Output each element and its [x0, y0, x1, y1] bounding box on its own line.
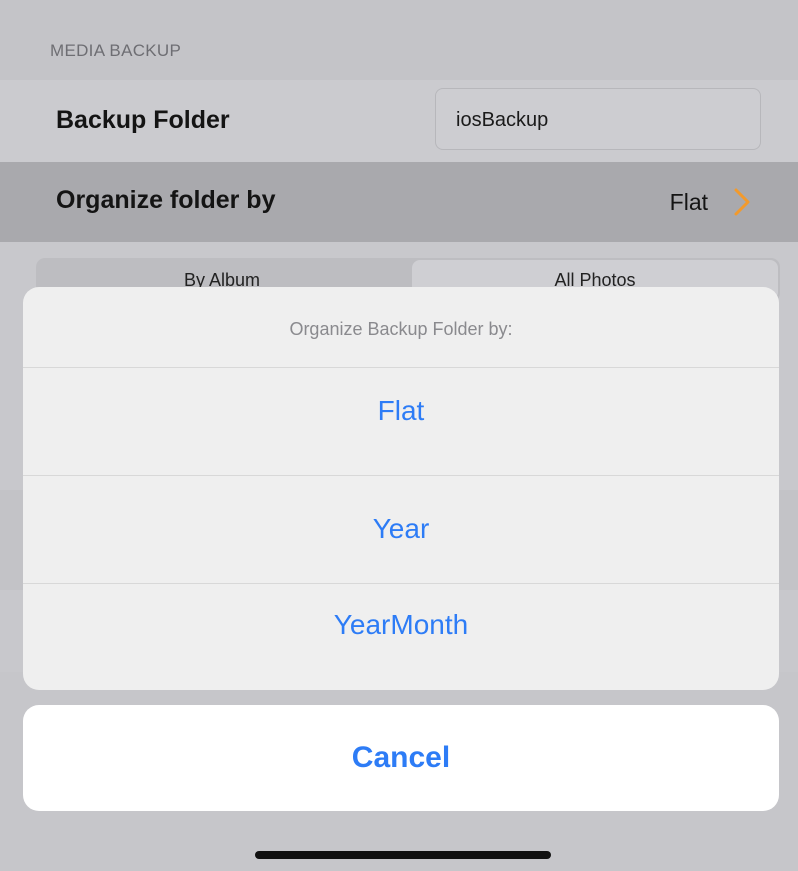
- organize-folder-label: Organize folder by: [56, 186, 276, 214]
- cancel-button[interactable]: Cancel: [23, 705, 779, 811]
- section-header-label: MEDIA BACKUP: [50, 41, 182, 60]
- backup-folder-label: Backup Folder: [56, 106, 230, 134]
- option-year-button[interactable]: Year: [23, 476, 779, 584]
- backup-folder-input-value: iosBackup: [456, 109, 549, 131]
- organize-folder-value: Flat: [669, 189, 708, 215]
- chevron-right-icon: [734, 188, 750, 216]
- backup-folder-row: Backup Folder iosBackup: [0, 80, 798, 163]
- option-flat-button[interactable]: Flat: [23, 368, 779, 476]
- section-header: MEDIA BACKUP: [0, 0, 798, 80]
- action-sheet: Organize Backup Folder by: Flat Year Yea…: [23, 287, 779, 690]
- backup-folder-input[interactable]: iosBackup: [435, 88, 761, 150]
- screen: MEDIA BACKUP Backup Folder iosBackup Org…: [0, 0, 798, 871]
- organize-folder-row[interactable]: Organize folder by Flat: [0, 162, 798, 243]
- home-indicator[interactable]: [255, 851, 551, 859]
- option-yearmonth-button[interactable]: YearMonth: [23, 584, 779, 690]
- action-sheet-title: Organize Backup Folder by:: [23, 287, 779, 368]
